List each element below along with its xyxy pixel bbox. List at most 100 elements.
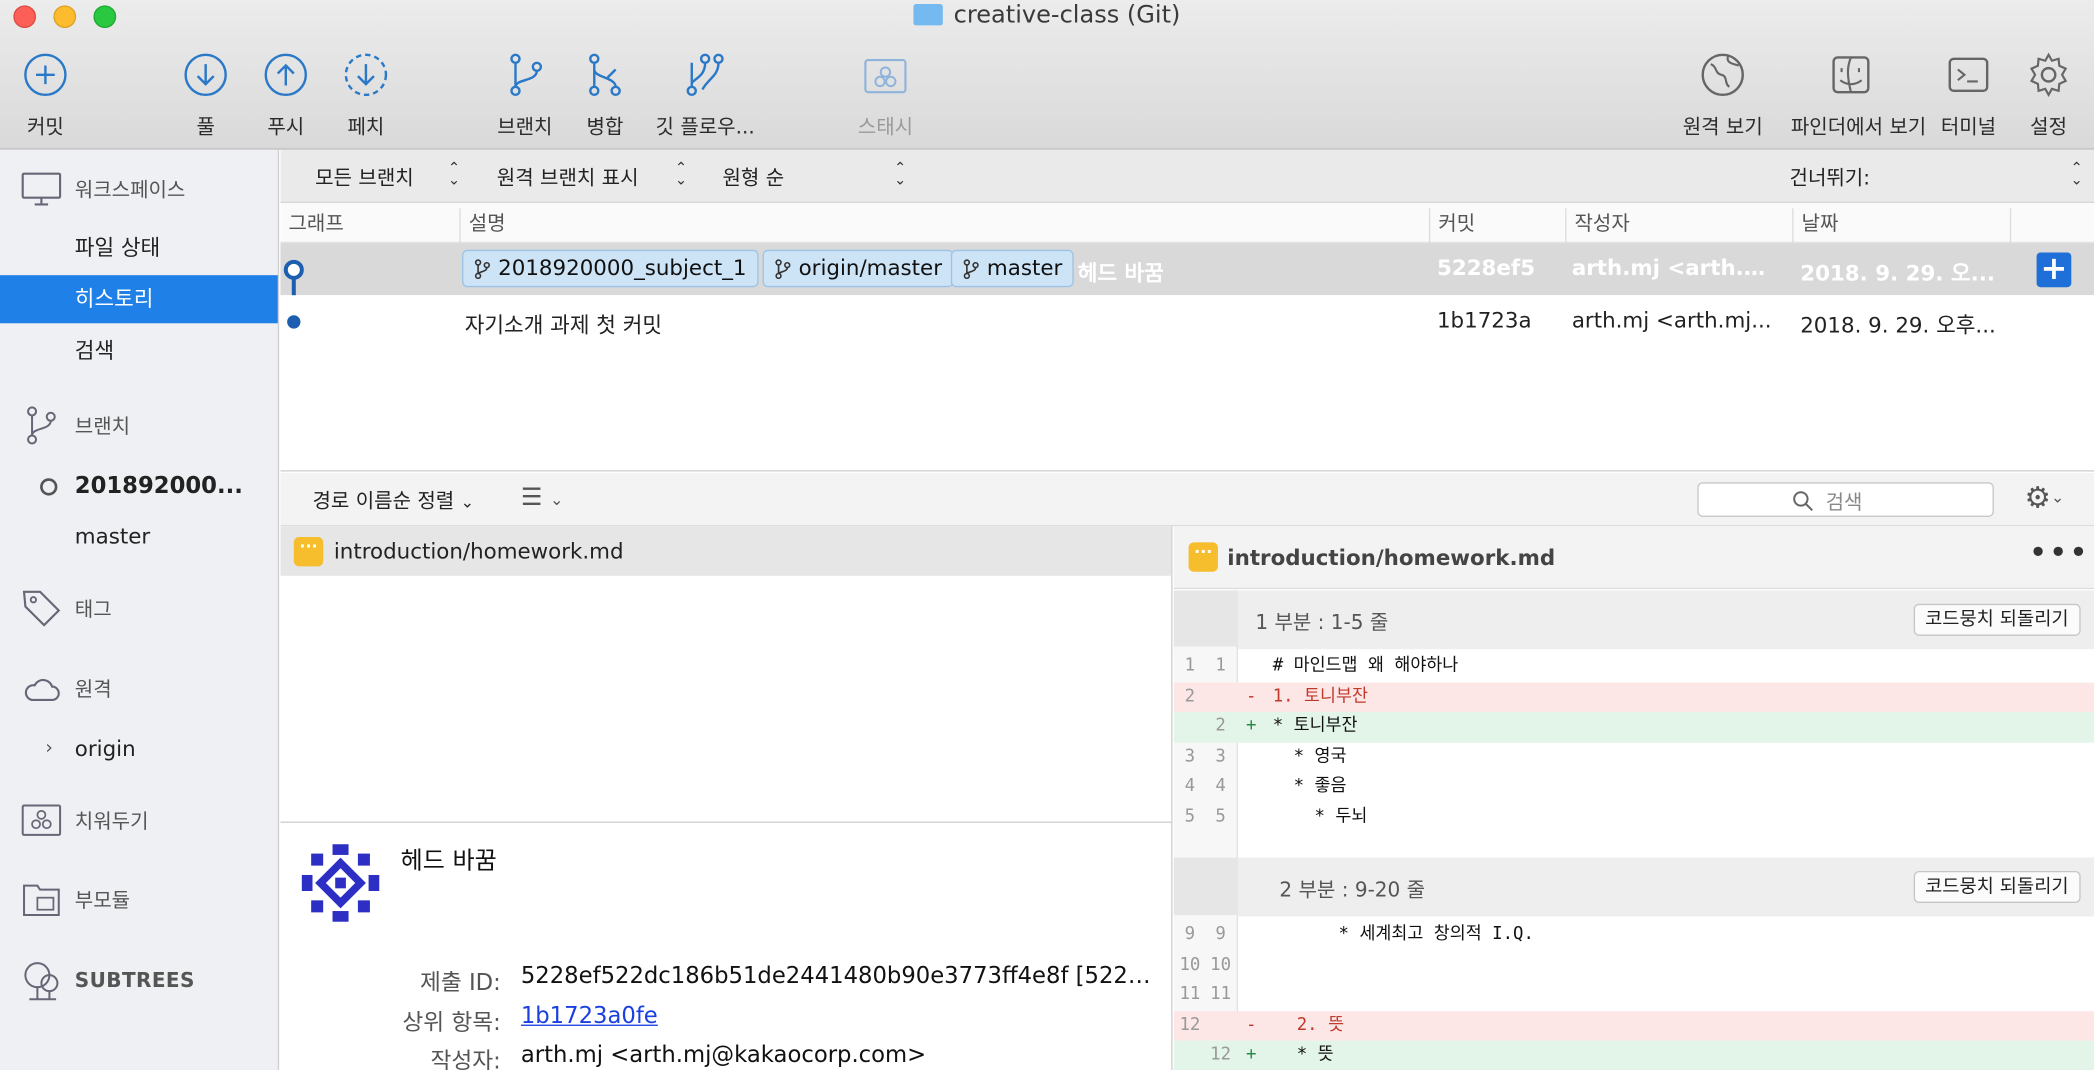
stash-icon <box>21 804 62 836</box>
diff-file-path: introduction/homework.md <box>1227 545 1556 571</box>
column-author[interactable]: 작성자 <box>1565 208 1630 244</box>
show-in-finder-button[interactable]: 파인더에서 보기 <box>1791 51 1926 141</box>
old-line-number: 5 <box>1184 806 1196 827</box>
chevron-down-icon: ⌄ <box>2050 487 2065 507</box>
column-date[interactable]: 날짜 <box>1792 208 1839 244</box>
commit-row[interactable]: 자기소개 과제 첫 커밋 1b1723a arth.mj <arth.mj...… <box>280 295 2094 348</box>
ref-badge-branch[interactable]: 2018920000_subject_1 <box>462 249 759 288</box>
commit-message: 자기소개 과제 첫 커밋 <box>464 312 663 338</box>
all-branches-label: 모든 브랜치 <box>315 165 414 190</box>
sidebar-item-search[interactable]: 검색 <box>0 327 278 375</box>
list-view-dropdown[interactable]: ☰ ⌄ <box>521 484 564 512</box>
all-branches-dropdown[interactable]: 모든 브랜치 <box>315 163 414 191</box>
commit-id-label: 제출 ID: <box>419 969 501 997</box>
old-line-number: 3 <box>1184 746 1196 767</box>
file-row[interactable]: ··· introduction/homework.md <box>280 526 1172 576</box>
column-commit[interactable]: 커밋 <box>1428 208 1475 244</box>
column-author-label: 작성자 <box>1574 211 1630 236</box>
commit-button[interactable]: 커밋 <box>0 51 106 141</box>
diff-line[interactable]: 99 * 세계최고 창의적 I.Q. <box>1174 920 2094 950</box>
sidebar-item-file-status[interactable]: 파일 상태 <box>0 224 278 272</box>
cloud-icon <box>24 678 60 702</box>
column-graph[interactable]: 그래프 <box>280 208 343 243</box>
commit-row[interactable]: 2018920000_subject_1 origin/master maste… <box>280 243 2094 321</box>
show-remote-branches-label: 원격 브랜치 표시 <box>496 165 639 190</box>
sidebar-item-remote-origin[interactable]: › origin <box>0 725 278 773</box>
ref-badge-origin-master[interactable]: origin/master <box>762 249 955 288</box>
old-line-number: 4 <box>1184 776 1196 797</box>
commit-id-value[interactable]: 5228ef522dc186b51de2441480b90e3773ff4e8f… <box>521 963 1162 990</box>
show-remote-branches-dropdown[interactable]: 원격 브랜치 표시 <box>497 163 639 191</box>
add-plus-icon[interactable]: + <box>2036 252 2072 288</box>
new-line-number: 4 <box>1215 776 1226 797</box>
diff-line[interactable]: 10 10 <box>1174 950 2094 980</box>
search-icon <box>1793 491 1813 511</box>
line-text: # 마인드맵 왜 해야하나 <box>1272 655 1459 676</box>
commit-date: 2018. 9. 29. 오후... <box>1800 312 1996 338</box>
diff-line[interactable]: 12 - 2. 뜻 <box>1173 1010 2094 1041</box>
stash-label: 스태시 <box>857 114 914 139</box>
ref-label: master <box>986 255 1063 281</box>
line-text: * 세계최고 창의적 I.Q. <box>1296 924 1534 945</box>
parent-commit-link[interactable]: 1b1723a0fe <box>521 1003 1162 1030</box>
sidebar-section-workspace[interactable]: 워크스페이스 <box>21 168 185 208</box>
settings-button[interactable]: 설정 <box>1988 51 2094 141</box>
hunk-gutter <box>1173 857 1238 917</box>
chevron-down-icon: ⌄ <box>550 490 564 509</box>
sidebar-section-branches[interactable]: 브랜치 <box>21 405 130 445</box>
history-filter-bar: 모든 브랜치 ⌃ ⌄ 원격 브랜치 표시 ⌃ ⌄ 원형 순 ⌃ ⌄ 건너뛰기: ⌃ ⌄ <box>280 149 2094 204</box>
tag-icon <box>22 590 61 627</box>
diff-line[interactable]: 55 * 두뇌 <box>1174 802 2094 832</box>
column-description[interactable]: 설명 <box>459 208 506 244</box>
diff-line[interactable]: 11 11 <box>1174 980 2094 1010</box>
globe-icon <box>1701 53 1744 97</box>
sidebar-item-branch-current[interactable]: 201892000... <box>0 462 278 510</box>
diff-line[interactable]: 1 1 # 마인드맵 왜 해야하나 <box>1174 652 2094 682</box>
sidebar-section-remotes[interactable]: 원격 <box>21 668 112 708</box>
diff-line[interactable]: 2 -1. 토니부잔 <box>1173 681 2094 712</box>
file-search-input[interactable]: 검색 <box>1697 482 1994 517</box>
sort-dropdown[interactable]: 경로 이름순 정렬 ⌄ <box>312 486 474 514</box>
more-options-icon[interactable]: ••• <box>2029 534 2090 571</box>
branch-icon <box>510 53 543 97</box>
search-placeholder: 검색 <box>1825 490 1863 515</box>
column-date-label: 날짜 <box>1801 211 1839 236</box>
sidebar-section-subtrees[interactable]: SUBTREES <box>21 960 194 1001</box>
sidebar-section-submodules[interactable]: 부모듈 <box>21 879 130 919</box>
diff-line[interactable]: 44 * 좋음 <box>1174 772 2094 802</box>
revert-hunk-button[interactable]: 코드뭉치 되돌리기 <box>1913 603 2081 636</box>
jump-to-dropdown[interactable]: 건너뛰기: <box>1790 163 1870 191</box>
new-line-number: 2 <box>1215 716 1226 737</box>
ref-badge-master[interactable]: master <box>950 249 1075 288</box>
fetch-button[interactable]: 페치 <box>306 51 426 141</box>
sidebar-item-branch-master[interactable]: master <box>0 513 278 561</box>
revert-hunk-button[interactable]: 코드뭉치 되돌리기 <box>1913 870 2081 904</box>
new-line-number: 9 <box>1215 924 1226 945</box>
gitflow-label: 깃 플로우... <box>655 114 755 139</box>
stash-button[interactable]: 스태시 <box>825 51 945 141</box>
diff-line[interactable]: 33 * 영국 <box>1174 742 2094 772</box>
column-graph-label: 그래프 <box>288 211 344 236</box>
sidebar-item-history[interactable]: 히스토리 <box>0 275 278 324</box>
gear-menu[interactable]: ⚙⌄ <box>2025 482 2065 515</box>
author-label: 작성자: <box>430 1048 501 1070</box>
sidebar: 워크스페이스 파일 상태 히스토리 검색 브랜치 201892000... ma… <box>0 149 280 1070</box>
column-extra <box>2009 208 2094 244</box>
sidebar-section-tags[interactable]: 태그 <box>21 588 112 628</box>
sidebar-section-stashes[interactable]: 치워두기 <box>21 800 149 840</box>
sidebar-item-label: origin <box>74 736 136 762</box>
plus-circle-icon <box>24 53 67 97</box>
old-line-number: 12 <box>1179 1014 1201 1035</box>
hunk-title: 1 부분 : 1-5 줄 <box>1255 610 1389 635</box>
gitflow-button[interactable]: 깃 플로우... <box>645 51 765 141</box>
diff-line[interactable]: 12 + * 뜻 <box>1173 1040 2094 1070</box>
line-text: 1. 토니부잔 <box>1272 685 1368 706</box>
old-line-number: 11 <box>1179 984 1201 1005</box>
diff-line[interactable]: 2 + * 토니부잔 <box>1173 711 2094 743</box>
new-line-number: 3 <box>1215 746 1226 767</box>
updown-chevron-icon: ⌃ ⌄ <box>2070 158 2083 189</box>
show-remote-button[interactable]: 원격 보기 <box>1663 51 1783 141</box>
chevron-down-icon: ⌄ <box>460 492 475 512</box>
order-dropdown[interactable]: 원형 순 <box>722 163 784 191</box>
folder-icon <box>913 4 944 26</box>
